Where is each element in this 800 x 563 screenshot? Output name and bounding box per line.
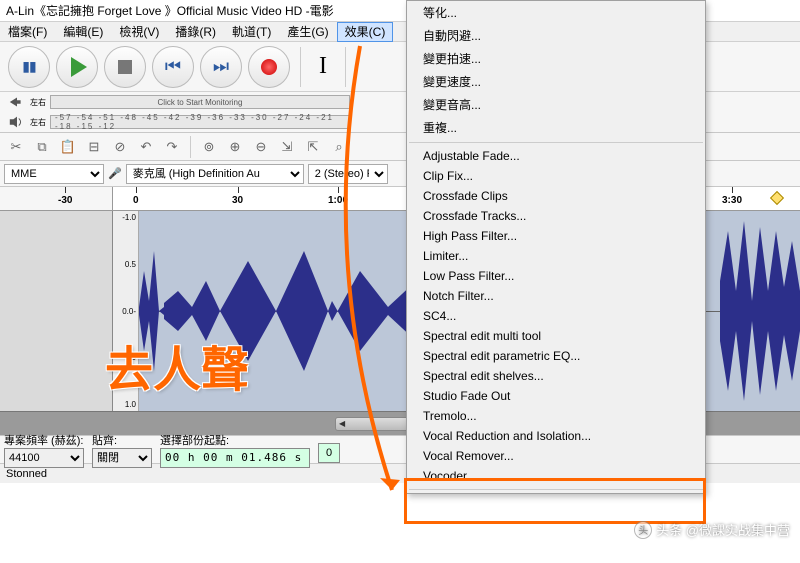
effect-adjustable-fade[interactable]: Adjustable Fade... xyxy=(407,146,705,166)
meter-lr-label: 左右 xyxy=(30,99,46,106)
selection-mid-field[interactable] xyxy=(318,443,340,463)
snap-select[interactable]: 關閉 xyxy=(92,448,152,468)
record-button[interactable] xyxy=(248,46,290,88)
speaker-icon xyxy=(8,115,26,129)
menu-view[interactable]: 檢視(V) xyxy=(111,22,167,42)
menu-separator xyxy=(409,489,703,490)
effect-studio-fade[interactable]: Studio Fade Out xyxy=(407,386,705,406)
trim-button[interactable]: ⊟ xyxy=(82,136,106,158)
effect-equalization[interactable]: 等化... xyxy=(407,1,705,24)
menu-edit[interactable]: 編輯(E) xyxy=(55,22,111,42)
meter-click-text: Click to Start Monitoring xyxy=(158,98,243,107)
zoom-out-button[interactable]: ⊖ xyxy=(249,136,273,158)
stop-button[interactable] xyxy=(104,46,146,88)
effect-low-pass[interactable]: Low Pass Filter... xyxy=(407,266,705,286)
selection-tool-button[interactable]: I xyxy=(311,53,335,80)
watermark-logo-icon: 头 xyxy=(634,521,652,539)
recording-meter[interactable]: Click to Start Monitoring xyxy=(50,95,350,109)
cut-button[interactable]: ✂ xyxy=(4,136,28,158)
stop-icon xyxy=(118,60,132,74)
ruler-tick: 30 xyxy=(232,195,243,206)
timeline-marker-icon[interactable] xyxy=(770,191,784,205)
mic-icon xyxy=(8,95,26,109)
menu-transport[interactable]: 播錄(R) xyxy=(167,22,224,42)
effect-crossfade-clips[interactable]: Crossfade Clips xyxy=(407,186,705,206)
ruler-tick: -30 xyxy=(58,195,72,206)
effect-vocal-reduction[interactable]: Vocal Reduction and Isolation... xyxy=(407,426,705,446)
pause-button[interactable] xyxy=(8,46,50,88)
ruler-tick: 0 xyxy=(133,195,139,206)
undo-button[interactable]: ↶ xyxy=(134,136,158,158)
effect-spectral-multi[interactable]: Spectral edit multi tool xyxy=(407,326,705,346)
effect-menu-dropdown: 等化... 自動閃避... 變更拍速... 變更速度... 變更音高... 重複… xyxy=(406,0,706,494)
menu-effect[interactable]: 效果(C) xyxy=(337,22,394,42)
effect-crossfade-tracks[interactable]: Crossfade Tracks... xyxy=(407,206,705,226)
toolbar-divider-3 xyxy=(190,136,191,158)
effect-auto-duck[interactable]: 自動閃避... xyxy=(407,24,705,47)
ruler-head xyxy=(0,187,113,210)
copy-button[interactable]: ⧉ xyxy=(30,136,54,158)
watermark: 头 头条 @微課实战集中营 xyxy=(634,520,790,539)
zoom-in-button[interactable]: ⊕ xyxy=(223,136,247,158)
menu-file[interactable]: 檔案(F) xyxy=(0,22,55,42)
host-select[interactable]: MME xyxy=(4,164,104,184)
effect-change-speed[interactable]: 變更速度... xyxy=(407,70,705,93)
play-icon xyxy=(71,57,87,77)
selection-start-label: 選擇部份起點: xyxy=(160,435,229,447)
effect-vocal-remover[interactable]: Vocal Remover... xyxy=(407,446,705,466)
waveform-segment xyxy=(164,211,444,411)
zoom-toggle-button[interactable]: ⌕ xyxy=(327,136,351,158)
skip-start-icon xyxy=(165,56,181,77)
toolbar-divider xyxy=(300,47,301,87)
effect-spectral-parametric[interactable]: Spectral edit parametric EQ... xyxy=(407,346,705,366)
skip-end-icon xyxy=(213,56,229,77)
effect-sc4[interactable]: SC4... xyxy=(407,306,705,326)
effect-change-tempo[interactable]: 變更拍速... xyxy=(407,47,705,70)
amplitude-scale: -1.0 0.50.0--0.5 1.0 xyxy=(113,211,139,411)
effect-change-pitch[interactable]: 變更音高... xyxy=(407,93,705,116)
waveform-segment xyxy=(139,211,164,411)
meter-lr-label-2: 左右 xyxy=(30,119,46,126)
scroll-left-icon[interactable]: ◀ xyxy=(339,419,345,428)
menu-separator xyxy=(409,142,703,143)
selection-start-time[interactable] xyxy=(160,448,310,468)
recording-device-select[interactable]: 麥克風 (High Definition Au xyxy=(126,164,304,184)
play-button[interactable] xyxy=(56,46,98,88)
effect-high-pass[interactable]: High Pass Filter... xyxy=(407,226,705,246)
recording-channels-select[interactable]: 2 (Stereo) F xyxy=(308,164,388,184)
record-icon xyxy=(261,59,277,75)
ruler-tick: 1:00 xyxy=(328,195,348,206)
mic-select-icon: 🎤 xyxy=(108,167,122,180)
toolbar-divider-2 xyxy=(345,47,346,87)
snap-label: 貼齊: xyxy=(92,435,117,447)
menu-tracks[interactable]: 軌道(T) xyxy=(224,22,279,42)
playback-meter[interactable] xyxy=(50,115,350,129)
track-control-panel[interactable] xyxy=(0,211,113,411)
effect-vocoder[interactable]: Vocoder... xyxy=(407,466,705,486)
watermark-text: 头条 @微課实战集中营 xyxy=(656,520,790,539)
skip-end-button[interactable] xyxy=(200,46,242,88)
pause-icon xyxy=(22,58,35,76)
fit-project-button[interactable]: ⇱ xyxy=(301,136,325,158)
menu-generate[interactable]: 產生(G) xyxy=(279,22,336,42)
fit-selection-button[interactable]: ⇲ xyxy=(275,136,299,158)
effect-spectral-shelves[interactable]: Spectral edit shelves... xyxy=(407,366,705,386)
effect-tremolo[interactable]: Tremolo... xyxy=(407,406,705,426)
sync-lock-button[interactable]: ⊚ xyxy=(197,136,221,158)
silence-button[interactable]: ⊘ xyxy=(108,136,132,158)
effect-clip-fix[interactable]: Clip Fix... xyxy=(407,166,705,186)
paste-button[interactable]: 📋 xyxy=(56,136,80,158)
project-rate-label: 專案頻率 (赫茲): xyxy=(4,435,83,447)
ruler-tick: 3:30 xyxy=(722,195,742,206)
effect-repeat[interactable]: 重複... xyxy=(407,116,705,139)
skip-start-button[interactable] xyxy=(152,46,194,88)
effect-notch[interactable]: Notch Filter... xyxy=(407,286,705,306)
effect-limiter[interactable]: Limiter... xyxy=(407,246,705,266)
waveform-segment xyxy=(720,211,800,411)
redo-button[interactable]: ↷ xyxy=(160,136,184,158)
